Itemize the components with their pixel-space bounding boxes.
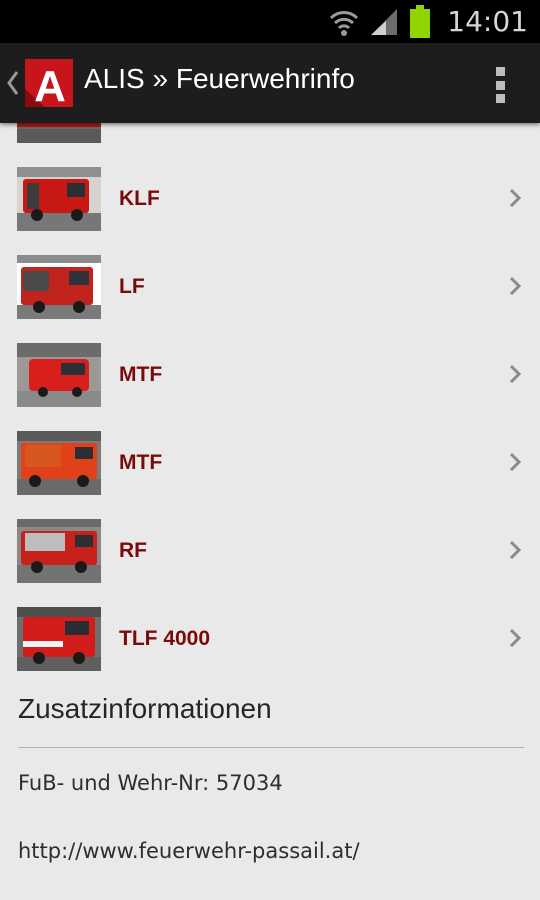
vehicle-thumbnail — [17, 343, 101, 407]
vehicle-list-item[interactable]: RF — [0, 519, 540, 607]
status-bar: 14:01 — [0, 0, 540, 43]
vehicle-thumbnail — [17, 519, 101, 583]
wifi-icon — [330, 10, 359, 36]
section-divider — [18, 747, 524, 748]
section-title: Zusatzinformationen — [18, 693, 272, 724]
chevron-right-icon — [509, 364, 522, 384]
vehicle-label: MTF — [119, 363, 163, 386]
chevron-right-icon — [509, 188, 522, 208]
vehicle-label: KLF — [119, 187, 160, 210]
action-bar-title: ALIS » Feuerwehrinfo — [84, 63, 355, 94]
fire-brigade-number: FuB- und Wehr-Nr: 57034 — [18, 771, 283, 795]
chevron-right-icon — [509, 628, 522, 648]
vehicle-label: LF — [119, 275, 145, 298]
clock: 14:01 — [447, 5, 528, 38]
chevron-right-icon — [509, 452, 522, 472]
vehicle-label: MTF — [119, 451, 163, 474]
vehicle-list-item[interactable]: MTF — [0, 343, 540, 431]
vehicle-thumbnail — [17, 123, 101, 143]
vehicle-list-item[interactable]: LF — [0, 255, 540, 343]
vehicle-list-item[interactable]: TLF 4000 — [0, 607, 540, 695]
chevron-right-icon — [509, 540, 522, 560]
vehicle-thumbnail — [17, 255, 101, 319]
vehicle-thumbnail — [17, 431, 101, 495]
vehicle-list-item[interactable]: KLF — [0, 167, 540, 255]
chevron-right-icon — [509, 276, 522, 296]
app-logo[interactable]: A — [25, 59, 73, 107]
website-link[interactable]: http://www.feuerwehr-passail.at/ — [18, 839, 360, 863]
content-area[interactable]: KLF LF MTF MTF RF TLF 4000 Zusatzinforma… — [0, 123, 540, 900]
battery-icon — [410, 4, 431, 38]
action-bar: A ALIS » Feuerwehrinfo — [0, 43, 540, 123]
svg-text:A: A — [34, 62, 66, 107]
vehicle-label: RF — [119, 539, 147, 562]
vehicle-thumbnail — [17, 607, 101, 671]
vehicle-label: TLF 4000 — [119, 627, 211, 650]
vehicle-list: KLF LF MTF MTF RF TLF 4000 — [0, 123, 540, 695]
back-caret-icon[interactable] — [6, 69, 20, 97]
signal-icon — [371, 8, 398, 35]
overflow-menu-icon[interactable] — [494, 67, 506, 103]
vehicle-thumbnail — [17, 167, 101, 231]
vehicle-list-item[interactable]: MTF — [0, 431, 540, 519]
vehicle-list-item[interactable] — [0, 123, 540, 167]
